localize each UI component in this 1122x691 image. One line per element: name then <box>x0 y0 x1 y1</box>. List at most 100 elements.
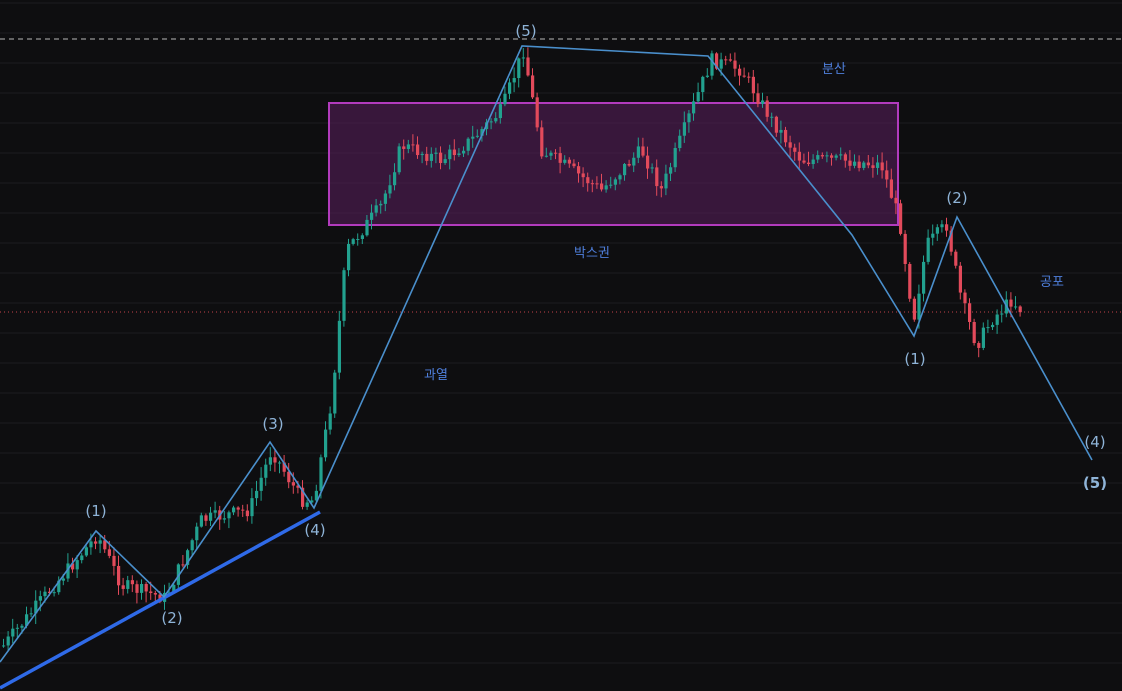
candle-body <box>347 243 351 271</box>
candle-body <box>705 75 709 77</box>
candle-body <box>425 153 429 161</box>
candle-body <box>324 429 328 458</box>
candle-body <box>563 159 567 163</box>
candle-body <box>885 170 889 180</box>
candle-body <box>107 549 111 556</box>
annotation-fear: 공포 <box>1040 275 1064 290</box>
candle-body <box>80 555 84 561</box>
candle-body <box>1000 313 1004 315</box>
candle-body <box>383 193 387 204</box>
candle-body <box>811 159 815 165</box>
candle-body <box>802 160 806 163</box>
candle-body <box>498 104 502 119</box>
candle-body <box>701 76 705 93</box>
candle-body <box>94 541 98 544</box>
candle-body <box>581 173 585 178</box>
candle-body <box>393 172 397 186</box>
candle-body <box>968 303 972 322</box>
candle-body <box>825 155 829 157</box>
candle-body <box>84 547 88 556</box>
candle-body <box>29 613 33 615</box>
candle-body <box>981 327 985 348</box>
candle-body <box>232 507 236 513</box>
candle-body <box>135 584 139 593</box>
candle-body <box>807 162 811 165</box>
candle-body <box>623 163 627 176</box>
candle-body <box>236 507 240 510</box>
candle-body <box>692 101 696 114</box>
candle-body <box>319 457 323 491</box>
candle-body <box>337 320 341 373</box>
candle-body <box>190 540 194 551</box>
candle-body <box>259 477 263 491</box>
candle-body <box>710 53 714 76</box>
candle-body <box>604 185 608 190</box>
candle-body <box>2 645 6 647</box>
candle-body <box>977 343 981 348</box>
candle-body <box>333 372 337 414</box>
candle-body <box>489 121 493 123</box>
candle-body <box>61 578 65 581</box>
candle-body <box>678 135 682 149</box>
candle-body <box>590 183 594 185</box>
candle-body <box>876 162 880 168</box>
candle-body <box>388 185 392 194</box>
candle-body <box>121 585 125 589</box>
candle-body <box>687 113 691 123</box>
candle-body <box>917 293 921 320</box>
candle-body <box>273 457 277 463</box>
annotation-distribution: 분산 <box>822 62 846 77</box>
wave-label-1: (1) <box>85 502 106 520</box>
candle-body <box>664 173 668 189</box>
candle-body <box>517 58 521 79</box>
candle-body <box>535 97 539 128</box>
candle-body <box>204 515 208 521</box>
candle-body <box>770 116 774 118</box>
chart-area: (1) (2) (3) (4) (5) (1) (2) (4) (5) 과열 박… <box>0 0 1122 691</box>
candle-body <box>912 298 916 320</box>
candle-body <box>181 564 185 566</box>
candle-body <box>75 560 79 570</box>
candle-body <box>903 233 907 265</box>
candle-body <box>397 146 401 173</box>
candle-body <box>673 148 677 168</box>
candle-body <box>866 162 870 166</box>
candle-body <box>250 498 254 517</box>
candle-body <box>963 292 967 304</box>
candle-body <box>816 155 820 160</box>
candle-body <box>793 147 797 152</box>
candle-body <box>457 153 461 156</box>
candle-body <box>567 159 571 164</box>
candle-body <box>365 219 369 236</box>
candle-body <box>305 502 309 507</box>
candle-body <box>356 238 360 240</box>
candle-body <box>227 512 231 519</box>
candle-body <box>89 541 93 548</box>
candle-body <box>153 593 157 595</box>
candle-body <box>733 60 737 69</box>
candle-body <box>222 518 226 520</box>
candle-body <box>287 471 291 483</box>
candle-body <box>452 149 456 156</box>
wave-label-down-2: (2) <box>946 189 967 207</box>
candle-body <box>1014 306 1018 308</box>
candle-body <box>149 591 153 594</box>
candle-body <box>862 162 866 168</box>
annotation-box-range: 박스권 <box>574 246 610 261</box>
candle-body <box>199 515 203 527</box>
candle-body <box>370 212 374 220</box>
candle-body <box>922 261 926 294</box>
candle-body <box>742 75 746 77</box>
candle-body <box>751 76 755 94</box>
candle-body <box>471 136 475 139</box>
candle-body <box>830 155 834 158</box>
candle-body <box>130 580 134 585</box>
candle-body <box>268 457 272 465</box>
candle-body <box>549 152 553 156</box>
candle-body <box>586 177 590 184</box>
candle-body <box>696 92 700 102</box>
candle-body <box>940 224 944 228</box>
candle-body <box>857 161 861 168</box>
candle-body <box>931 233 935 238</box>
candle-body <box>429 153 433 161</box>
